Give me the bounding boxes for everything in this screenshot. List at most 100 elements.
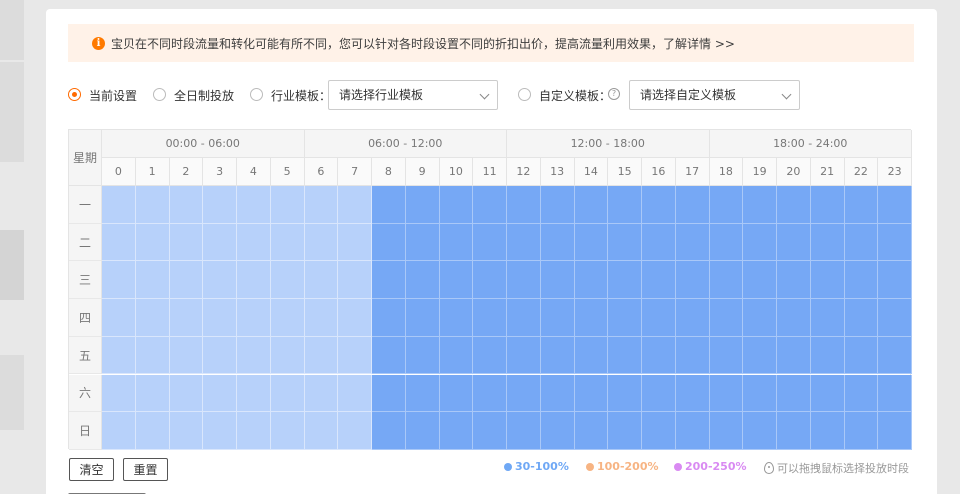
schedule-cell[interactable] xyxy=(642,261,676,300)
schedule-cell[interactable] xyxy=(507,186,541,224)
schedule-cell[interactable] xyxy=(270,223,305,262)
schedule-cell[interactable] xyxy=(642,223,676,262)
schedule-cell[interactable] xyxy=(675,412,710,450)
radio-current-setting[interactable] xyxy=(68,88,81,101)
schedule-cell[interactable] xyxy=(743,223,777,262)
schedule-cell[interactable] xyxy=(304,374,339,413)
current-setting-label[interactable]: 当前设置 xyxy=(89,87,137,104)
schedule-cell[interactable] xyxy=(237,336,271,375)
schedule-cell[interactable] xyxy=(675,374,710,413)
schedule-cell[interactable] xyxy=(304,299,339,337)
schedule-cell[interactable] xyxy=(777,186,811,224)
schedule-cell[interactable] xyxy=(844,336,879,375)
schedule-cell[interactable] xyxy=(743,412,777,450)
schedule-cell[interactable] xyxy=(237,223,271,262)
schedule-cell[interactable] xyxy=(372,336,406,375)
schedule-cell[interactable] xyxy=(338,223,372,262)
schedule-cell[interactable] xyxy=(642,336,676,375)
schedule-cell[interactable] xyxy=(203,374,237,413)
schedule-cell[interactable] xyxy=(473,223,507,262)
schedule-cell[interactable] xyxy=(304,223,339,262)
radio-all-day[interactable] xyxy=(153,88,166,101)
schedule-cell[interactable] xyxy=(338,374,372,413)
schedule-cell[interactable] xyxy=(439,186,474,224)
schedule-cell[interactable] xyxy=(304,186,339,224)
schedule-cell[interactable] xyxy=(270,336,305,375)
schedule-cell[interactable] xyxy=(237,374,271,413)
schedule-cell[interactable] xyxy=(473,374,507,413)
schedule-cell[interactable] xyxy=(473,336,507,375)
schedule-cell[interactable] xyxy=(237,186,271,224)
schedule-cell[interactable] xyxy=(203,336,237,375)
schedule-cell[interactable] xyxy=(608,412,642,450)
schedule-cell[interactable] xyxy=(810,186,845,224)
schedule-cell[interactable] xyxy=(777,223,811,262)
schedule-cell[interactable] xyxy=(574,261,609,300)
notice-text[interactable]: 宝贝在不同时段流量和转化可能有所不同，您可以针对各时段设置不同的折扣出价，提高流… xyxy=(111,35,735,52)
schedule-cell[interactable] xyxy=(372,374,406,413)
schedule-cell[interactable] xyxy=(743,186,777,224)
schedule-cell[interactable] xyxy=(473,261,507,300)
schedule-cell[interactable] xyxy=(135,374,170,413)
schedule-cell[interactable] xyxy=(304,261,339,300)
schedule-cell[interactable] xyxy=(405,336,440,375)
schedule-cell[interactable] xyxy=(372,186,406,224)
schedule-cell[interactable] xyxy=(203,412,237,450)
schedule-cell[interactable] xyxy=(270,186,305,224)
schedule-cell[interactable] xyxy=(642,299,676,337)
schedule-cell[interactable] xyxy=(675,299,710,337)
schedule-cell[interactable] xyxy=(675,261,710,300)
schedule-cell[interactable] xyxy=(203,261,237,300)
schedule-cell[interactable] xyxy=(102,299,136,337)
custom-template-select[interactable]: 请选择自定义模板 xyxy=(629,80,800,110)
schedule-cell[interactable] xyxy=(405,412,440,450)
schedule-cell[interactable] xyxy=(743,261,777,300)
schedule-cell[interactable] xyxy=(405,374,440,413)
schedule-cell[interactable] xyxy=(405,223,440,262)
schedule-cell[interactable] xyxy=(102,223,136,262)
schedule-cell[interactable] xyxy=(270,299,305,337)
schedule-cell[interactable] xyxy=(507,299,541,337)
schedule-cell[interactable] xyxy=(709,374,744,413)
schedule-cell[interactable] xyxy=(844,261,879,300)
schedule-cell[interactable] xyxy=(439,223,474,262)
schedule-grid[interactable]: 星期 00:00 - 06:00 06:00 - 12:00 12:00 - 18:0… xyxy=(68,129,912,450)
schedule-cell[interactable] xyxy=(743,374,777,413)
schedule-cell[interactable] xyxy=(608,336,642,375)
schedule-cell[interactable] xyxy=(878,186,912,224)
schedule-cell[interactable] xyxy=(878,299,912,337)
schedule-cell[interactable] xyxy=(608,261,642,300)
schedule-cell[interactable] xyxy=(810,336,845,375)
schedule-cell[interactable] xyxy=(439,336,474,375)
schedule-cell[interactable] xyxy=(777,261,811,300)
schedule-cell[interactable] xyxy=(507,336,541,375)
schedule-cell[interactable] xyxy=(270,374,305,413)
schedule-cell[interactable] xyxy=(507,374,541,413)
schedule-cell[interactable] xyxy=(844,186,879,224)
schedule-cell[interactable] xyxy=(878,261,912,300)
schedule-cell[interactable] xyxy=(135,223,170,262)
schedule-cell[interactable] xyxy=(810,374,845,413)
schedule-cell[interactable] xyxy=(574,412,609,450)
schedule-cell[interactable] xyxy=(507,223,541,262)
schedule-cell[interactable] xyxy=(372,412,406,450)
schedule-cell[interactable] xyxy=(642,186,676,224)
schedule-cell[interactable] xyxy=(878,412,912,450)
schedule-cell[interactable] xyxy=(844,412,879,450)
schedule-cell[interactable] xyxy=(439,412,474,450)
schedule-cell[interactable] xyxy=(507,412,541,450)
schedule-cell[interactable] xyxy=(540,374,575,413)
schedule-cell[interactable] xyxy=(169,336,204,375)
schedule-cell[interactable] xyxy=(473,186,507,224)
industry-template-label[interactable]: 行业模板： xyxy=(271,87,331,104)
schedule-cell[interactable] xyxy=(203,223,237,262)
schedule-cell[interactable] xyxy=(574,336,609,375)
schedule-cell[interactable] xyxy=(642,412,676,450)
schedule-cell[interactable] xyxy=(574,186,609,224)
schedule-cell[interactable] xyxy=(203,186,237,224)
schedule-cell[interactable] xyxy=(709,186,744,224)
schedule-cell[interactable] xyxy=(540,261,575,300)
schedule-cell[interactable] xyxy=(743,299,777,337)
schedule-cell[interactable] xyxy=(169,299,204,337)
schedule-cell[interactable] xyxy=(777,299,811,337)
